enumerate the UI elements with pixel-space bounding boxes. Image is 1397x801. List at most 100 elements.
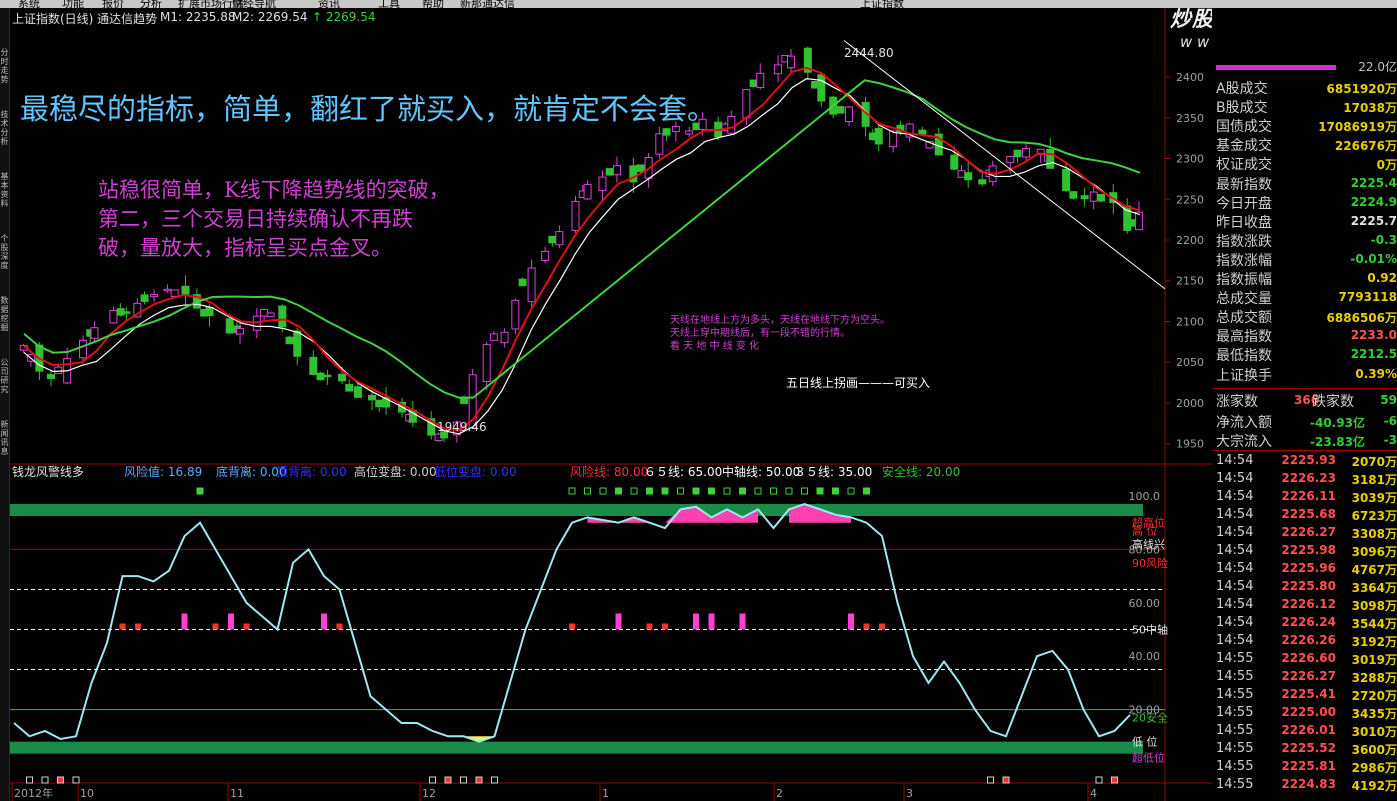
indicator-right-label: 高 位 bbox=[1132, 524, 1158, 538]
tick-volume: 3039万 bbox=[1351, 491, 1397, 505]
bigflow-extra: -3 bbox=[1383, 433, 1397, 447]
tick-row: 14:54 2225.93 2070万 bbox=[1212, 453, 1397, 471]
menu-item[interactable]: 分析 bbox=[140, 0, 162, 8]
tick-row: 14:54 2226.24 3544万 bbox=[1212, 615, 1397, 633]
candle-body bbox=[1089, 191, 1098, 202]
five-day-note: 五日线上拐画———可买入 bbox=[786, 376, 931, 390]
top-marker bbox=[708, 487, 715, 495]
tick-volume: 3010万 bbox=[1351, 725, 1397, 739]
tick-price: 2225.68 bbox=[1281, 507, 1336, 521]
tick-row: 14:54 2226.12 3098万 bbox=[1212, 597, 1397, 615]
tick-time: 14:54 bbox=[1216, 453, 1254, 468]
menu-item[interactable]: 报价 bbox=[102, 0, 124, 8]
left-tab[interactable]: 数据挖掘 bbox=[0, 296, 9, 332]
stat-value: 2225.4 bbox=[1350, 175, 1397, 190]
price-tick-label: 2000 bbox=[1176, 397, 1204, 410]
top-marker bbox=[770, 487, 777, 495]
candle-body bbox=[655, 133, 664, 155]
risk-band bbox=[10, 504, 1143, 517]
stat-label: 上证换手 bbox=[1216, 367, 1272, 384]
signal-bar bbox=[739, 613, 746, 630]
candle-body bbox=[541, 250, 550, 262]
candle-body bbox=[323, 374, 332, 378]
menu-item[interactable]: 资讯 bbox=[318, 0, 340, 8]
legend-item: ６５线: 65.00 bbox=[644, 465, 723, 479]
tick-price: 2226.27 bbox=[1281, 669, 1336, 683]
menu-item[interactable]: 财经导航 bbox=[232, 0, 276, 8]
candle-body bbox=[170, 289, 179, 297]
top-marker bbox=[599, 487, 607, 495]
legend-item: ３５线: 35.00 bbox=[794, 465, 873, 479]
stat-value: 17086919万 bbox=[1318, 120, 1397, 135]
tick-row: 14:55 2226.01 3010万 bbox=[1212, 723, 1397, 741]
candle-body bbox=[817, 74, 826, 102]
indicator-right-label: 50中轴 bbox=[1132, 623, 1168, 637]
m1-label: M1: 2235.88 bbox=[160, 10, 236, 24]
tick-price: 2226.23 bbox=[1281, 471, 1336, 485]
stat-label: 总成交量 bbox=[1216, 291, 1272, 308]
menu-item[interactable]: 帮助 bbox=[422, 0, 444, 8]
stat-value: 6886506万 bbox=[1326, 311, 1397, 326]
indicator-tick-label: 100.0 bbox=[1129, 490, 1161, 503]
stat-value: 0.92 bbox=[1367, 271, 1397, 285]
candle-body bbox=[90, 327, 99, 339]
bottom-marker bbox=[444, 776, 452, 784]
bottom-marker bbox=[460, 776, 467, 784]
tick-row: 14:54 2225.68 6723万 bbox=[1212, 507, 1397, 525]
tick-price: 2225.80 bbox=[1281, 579, 1336, 593]
top-marker bbox=[196, 487, 204, 495]
menu-item[interactable]: 上证指数 bbox=[860, 0, 904, 8]
tick-time: 14:55 bbox=[1216, 741, 1254, 756]
candle-body bbox=[518, 278, 527, 287]
tick-price: 2225.41 bbox=[1281, 687, 1336, 701]
left-tab[interactable]: 分时走势 bbox=[0, 48, 9, 84]
extra-label: ↑ 2269.54 bbox=[312, 10, 376, 24]
tick-price: 2225.00 bbox=[1281, 705, 1336, 719]
bottom-marker bbox=[1095, 776, 1103, 784]
left-tab[interactable]: 基本资料 bbox=[0, 172, 9, 208]
left-tab-bar: 分时走势技术分析基本资料个股深度数据挖掘公司研究新闻讯息 bbox=[0, 8, 10, 801]
candle-body bbox=[500, 331, 509, 344]
tick-row: 14:54 2225.80 3364万 bbox=[1212, 579, 1397, 597]
top-marker bbox=[863, 487, 870, 495]
signal-bar bbox=[212, 623, 219, 630]
menu-item[interactable]: 功能 bbox=[62, 0, 84, 8]
left-tab[interactable]: 技术分析 bbox=[0, 110, 9, 146]
tick-volume: 2720万 bbox=[1351, 689, 1397, 703]
candle-body bbox=[662, 128, 671, 136]
left-tab[interactable]: 个股深度 bbox=[0, 234, 9, 270]
top-marker bbox=[584, 487, 591, 495]
signal-bar bbox=[662, 623, 668, 630]
menu-item[interactable]: 工具 bbox=[378, 0, 400, 8]
menu-item[interactable]: 新那通达信 bbox=[460, 0, 515, 8]
tick-time: 14:55 bbox=[1216, 669, 1254, 684]
tick-time: 14:54 bbox=[1216, 615, 1254, 630]
tick-volume: 3600万 bbox=[1351, 743, 1397, 757]
candle-body bbox=[266, 312, 275, 318]
top-marker bbox=[661, 487, 669, 495]
left-tab[interactable]: 公司研究 bbox=[0, 358, 9, 394]
stat-label: 权证成交 bbox=[1216, 157, 1272, 174]
bottom-marker bbox=[429, 776, 436, 784]
top-marker bbox=[816, 487, 824, 495]
top-marker bbox=[677, 487, 684, 495]
tick-price: 2225.98 bbox=[1281, 543, 1336, 557]
left-tab[interactable]: 新闻讯息 bbox=[0, 420, 9, 456]
tick-volume: 3019万 bbox=[1351, 653, 1397, 667]
stat-label: B股成交 bbox=[1216, 100, 1268, 117]
stat-label: 指数涨幅 bbox=[1216, 252, 1272, 269]
candle-body bbox=[612, 165, 621, 176]
safe-band bbox=[10, 741, 1143, 754]
top-marker bbox=[847, 487, 855, 495]
tick-row: 14:54 2225.96 4767万 bbox=[1212, 561, 1397, 579]
candle-body bbox=[964, 172, 973, 181]
indicator-right-label: 90风险 bbox=[1132, 556, 1168, 570]
stat-value: 17038万 bbox=[1343, 101, 1397, 116]
indicator-right-label: 低 位 bbox=[1132, 735, 1158, 749]
legend-item: 中轴线: 50.00 bbox=[722, 465, 801, 479]
signal-bar bbox=[119, 623, 126, 630]
menu-item[interactable]: 系统 bbox=[18, 0, 40, 8]
legend-item: 高位变盘: 0.00 bbox=[354, 465, 437, 479]
candle-body bbox=[353, 386, 362, 398]
chart-title: 上证指数(日线) 通达信趋势 bbox=[12, 12, 158, 26]
